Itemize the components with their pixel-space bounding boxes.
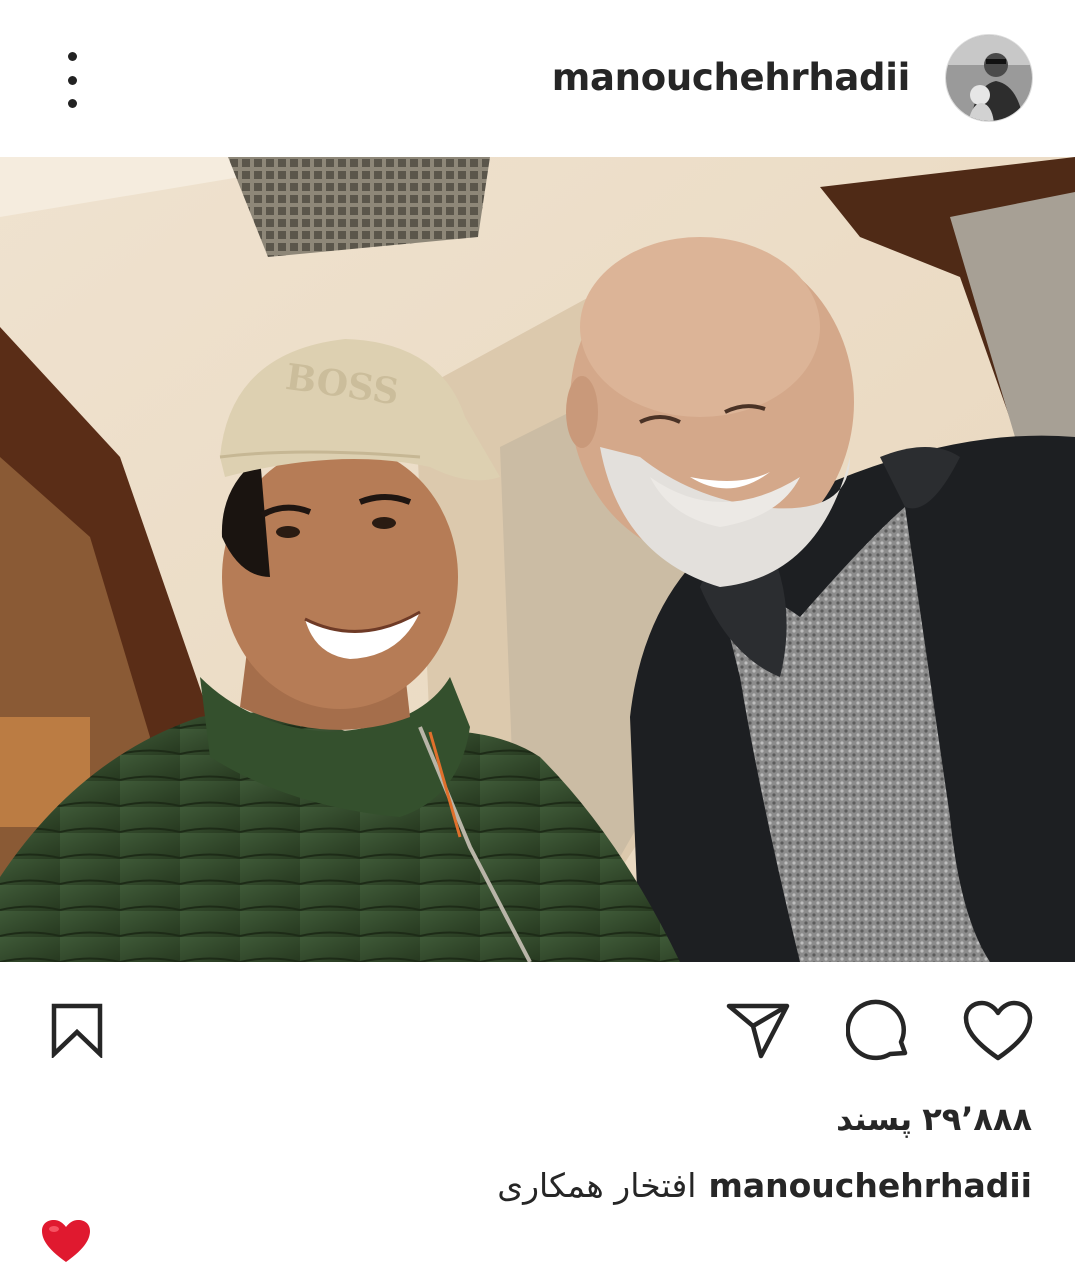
likes-count[interactable]: ۲۹٬۸۸۸ پسند [836,1100,1032,1138]
comment-icon [845,999,908,1061]
like-button[interactable] [962,1000,1034,1062]
avatar[interactable] [945,34,1033,122]
caption-text: افتخار همکاری [497,1166,697,1205]
send-icon [726,1003,790,1059]
likes-label: پسند [836,1100,913,1138]
likes-number: ۲۹٬۸۸۸ [922,1100,1032,1138]
more-dot [67,99,77,108]
red-heart-emoji [40,1218,92,1264]
bookmark-icon [51,1003,103,1060]
more-dot [67,75,77,85]
more-options-button[interactable] [52,52,92,108]
caption-username[interactable]: manouchehrhadii [708,1166,1032,1205]
caption: manouchehrhadii افتخار همکاری [497,1166,1032,1205]
heart-outline-icon [963,1000,1033,1061]
post-username[interactable]: manouchehrhadii [552,56,911,99]
comment-button[interactable] [845,998,912,1064]
more-dot [67,52,77,61]
save-button[interactable] [50,1002,104,1060]
share-button[interactable] [725,1000,791,1060]
post-image[interactable]: BOSS [0,157,1075,962]
post-header: manouchehrhadii [0,0,1075,157]
